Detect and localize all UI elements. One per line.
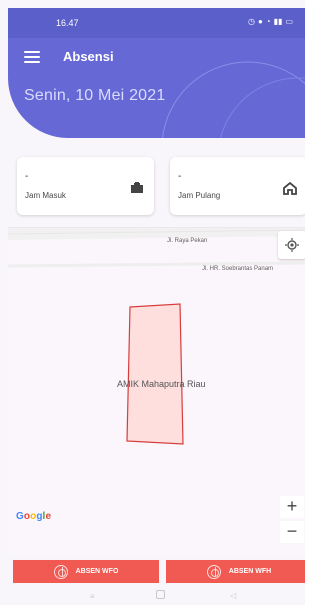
app-header: Absensi Senin, 10 Mei 2021 xyxy=(8,38,305,138)
check-out-card: - Jam Pulang xyxy=(170,157,305,215)
absen-wfh-button[interactable]: ABSEN WFH xyxy=(166,560,305,583)
alarm-icon: ◷ xyxy=(247,17,255,26)
menu-line xyxy=(24,61,40,63)
absen-wfo-label: ABSEN WFO xyxy=(75,568,119,575)
home-button-icon[interactable] xyxy=(156,590,165,599)
battery-icon: ▭ xyxy=(285,17,293,26)
absen-wfo-button[interactable]: ABSEN WFO xyxy=(13,560,159,583)
google-logo: Google xyxy=(16,511,51,522)
check-in-card: - Jam Masuk xyxy=(17,157,154,215)
zoom-in-button[interactable]: + xyxy=(280,496,304,518)
zoom-out-button[interactable]: − xyxy=(280,521,304,543)
home-icon xyxy=(283,181,297,195)
check-out-time: - xyxy=(178,171,182,182)
fingerprint-icon xyxy=(206,564,221,579)
header-circle xyxy=(220,77,305,138)
recent-apps-icon[interactable]: ≡ xyxy=(90,592,95,601)
status-time: 16.47 xyxy=(56,18,79,28)
check-in-label: Jam Masuk xyxy=(25,191,66,200)
campus-polygon xyxy=(126,303,184,445)
wifi-icon: ◔ xyxy=(265,17,271,26)
app-title: Absensi xyxy=(63,49,114,64)
signal-icon: ▮▮ xyxy=(273,17,283,26)
check-out-label: Jam Pulang xyxy=(178,191,221,200)
absen-wfh-label: ABSEN WFH xyxy=(228,568,272,575)
menu-button[interactable] xyxy=(24,51,40,65)
fingerprint-icon xyxy=(53,564,68,579)
briefcase-icon xyxy=(131,182,143,193)
road-label: Jl. HR. Soebrantas Panam xyxy=(202,266,274,272)
location-target-icon xyxy=(285,238,299,252)
google-logo-letter: e xyxy=(45,511,52,522)
google-logo-letter: G xyxy=(16,511,24,522)
current-date: Senin, 10 Mei 2021 xyxy=(24,87,166,104)
back-icon[interactable]: ◁ xyxy=(230,591,236,600)
map-canvas xyxy=(8,228,305,445)
my-location-button[interactable] xyxy=(278,231,305,259)
place-label: AMIK Mahaputra Riau xyxy=(117,379,206,389)
menu-line xyxy=(24,56,40,58)
check-in-time: - xyxy=(25,171,29,182)
menu-line xyxy=(24,51,40,53)
header-circle xyxy=(162,61,305,138)
map-view[interactable]: Jl. Raya Pekan Jl. HR. Soebrantas Panam … xyxy=(8,227,305,555)
road-label: Jl. Raya Pekan xyxy=(167,238,208,244)
status-icons: ◷ ● ◔ ▮▮ ▭ xyxy=(248,17,293,26)
attendance-screen: 16.47 ◷ ● ◔ ▮▮ ▭ Absensi Senin, 10 Mei 2… xyxy=(0,0,305,605)
android-navigation-bar: ≡ ◁ xyxy=(8,590,305,605)
location-status-icon: ● xyxy=(257,17,263,26)
status-bar: 16.47 ◷ ● ◔ ▮▮ ▭ xyxy=(8,8,305,38)
